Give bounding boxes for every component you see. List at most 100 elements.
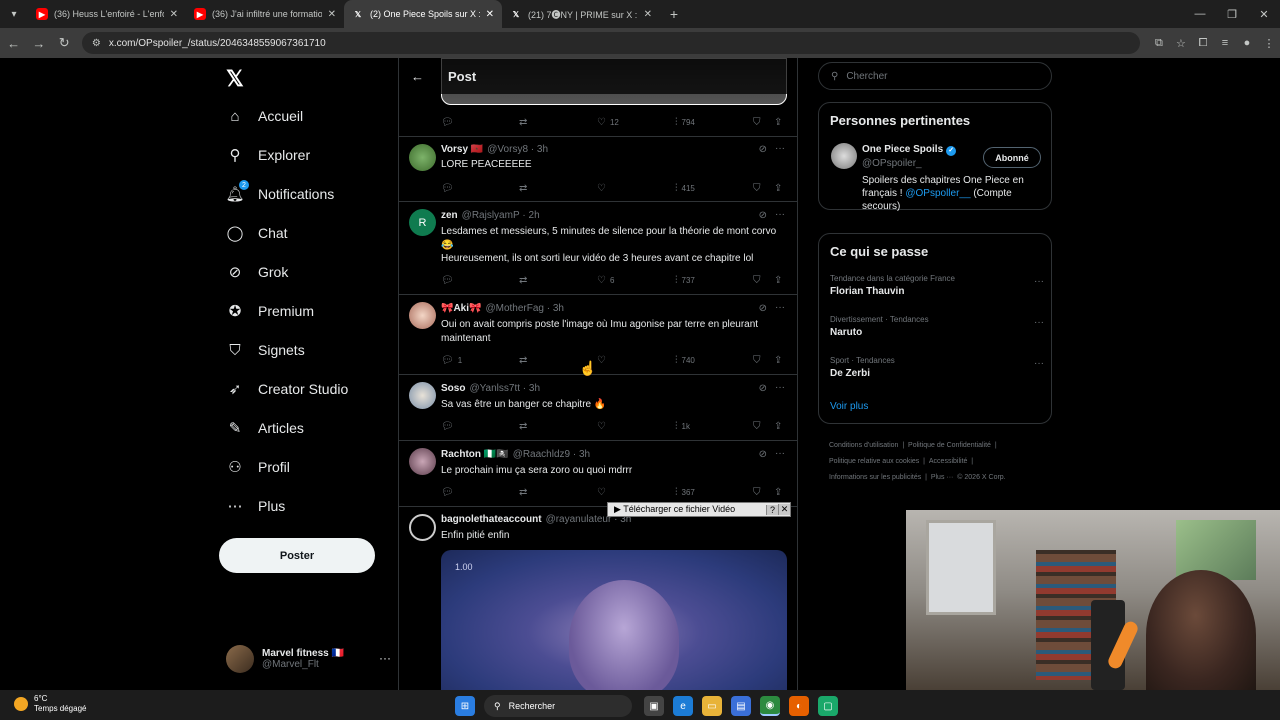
- bookmark-button[interactable]: ⛉: [753, 183, 765, 194]
- nav-item-chat[interactable]: ◯ Chat: [226, 218, 288, 248]
- forward-icon[interactable]: →: [27, 31, 50, 55]
- bookmark-button[interactable]: ⛉: [753, 487, 765, 498]
- nav-item-profil[interactable]: ⚇ Profil: [226, 452, 290, 482]
- x-logo-icon[interactable]: 𝕏: [226, 66, 244, 92]
- tab-search-icon[interactable]: ▾: [0, 0, 28, 28]
- grok-icon[interactable]: ⊘: [759, 210, 767, 221]
- like-button[interactable]: ♡: [597, 355, 610, 366]
- profile-icon[interactable]: ●: [1236, 37, 1258, 50]
- footer-link[interactable]: Plus ···: [931, 474, 954, 481]
- account-switcher[interactable]: Marvel fitness 🇫🇷 @Marvel_Flt ···: [226, 645, 391, 673]
- grok-icon[interactable]: ⊘: [759, 144, 767, 155]
- retweet-button[interactable]: ⇄: [519, 183, 531, 194]
- reload-icon[interactable]: ↻: [53, 31, 76, 55]
- share-button[interactable]: ⇪: [774, 183, 786, 194]
- maximize-icon[interactable]: ❐: [1216, 0, 1248, 28]
- reply-button[interactable]: 💬︎: [441, 183, 458, 194]
- bio-link[interactable]: @OPspoller__: [905, 188, 970, 199]
- bookmark-button[interactable]: ⛉: [753, 117, 765, 128]
- footer-link[interactable]: Accessibilité: [929, 458, 968, 465]
- bookmark-button[interactable]: ⛉: [753, 355, 765, 366]
- task-view-icon[interactable]: ▣: [644, 696, 664, 716]
- bookmark-button[interactable]: ⛉: [753, 275, 765, 286]
- grok-icon[interactable]: ⊘: [759, 303, 767, 314]
- grok-icon[interactable]: ⊘: [759, 449, 767, 460]
- nav-item-accueil[interactable]: ⌂ Accueil: [226, 101, 303, 131]
- close-icon[interactable]: ✕: [778, 504, 790, 515]
- file-explorer-icon[interactable]: ▭: [702, 696, 722, 716]
- views-button[interactable]: ⫶ 415: [675, 183, 695, 194]
- reply-button[interactable]: 💬︎ 1: [441, 355, 462, 366]
- views-button[interactable]: ⫶ 737: [675, 275, 695, 286]
- trend-item[interactable]: Divertissement · Tendances Naruto ···: [830, 315, 1044, 338]
- nav-item-grok[interactable]: ⊘ Grok: [226, 257, 289, 287]
- bookmark-button[interactable]: ⛉: [753, 421, 765, 432]
- firefox-icon[interactable]: ◐: [789, 696, 809, 716]
- retweet-button[interactable]: ⇄: [519, 275, 531, 286]
- trend-item[interactable]: Tendance dans la catégorie France Floria…: [830, 274, 1044, 297]
- retweet-button[interactable]: ⇄: [519, 421, 531, 432]
- back-icon[interactable]: ←: [2, 31, 25, 55]
- edge-icon[interactable]: e: [673, 696, 693, 716]
- share-button[interactable]: ⇪: [774, 117, 786, 128]
- like-button[interactable]: ♡: [597, 421, 610, 432]
- close-icon[interactable]: ✕: [328, 9, 336, 20]
- reply-button[interactable]: 💬︎: [441, 275, 458, 286]
- tab-3-active[interactable]: 𝕏 (2) One Piece Spoils sur X : "#O ✕: [344, 0, 502, 28]
- footer-link[interactable]: Informations sur les publicités: [829, 474, 921, 481]
- chrome-icon[interactable]: ◉: [760, 696, 780, 716]
- like-button[interactable]: ♡: [597, 487, 610, 498]
- footer-link[interactable]: Politique relative aux cookies: [829, 458, 919, 465]
- retweet-button[interactable]: ⇄: [519, 487, 531, 498]
- more-icon[interactable]: ···: [775, 302, 785, 313]
- like-button[interactable]: ♡: [597, 183, 610, 194]
- post-button[interactable]: Poster: [219, 538, 375, 573]
- trend-item[interactable]: Sport · Tendances De Zerbi ···: [830, 356, 1044, 379]
- footer-link[interactable]: Conditions d'utilisation: [829, 442, 898, 449]
- like-button[interactable]: ♡ 12: [597, 117, 619, 128]
- share-button[interactable]: ⇪: [774, 487, 786, 498]
- more-icon[interactable]: ···: [775, 209, 785, 220]
- store-icon[interactable]: ▤: [731, 696, 751, 716]
- nav-item-articles[interactable]: ✎ Articles: [226, 413, 304, 443]
- like-button[interactable]: ♡ 6: [597, 275, 614, 286]
- nav-item-premium[interactable]: ✪ Premium: [226, 296, 314, 326]
- help-icon[interactable]: ?: [766, 504, 778, 515]
- playback-speed[interactable]: 1.00: [455, 562, 473, 572]
- taskbar-search[interactable]: ⚲ Rechercher: [484, 695, 632, 717]
- views-button[interactable]: ⫶ 367: [675, 487, 695, 498]
- reply-button[interactable]: 💬︎: [441, 421, 458, 432]
- reply-button[interactable]: 💬︎: [441, 487, 458, 498]
- footer-link[interactable]: Politique de Confidentialité: [908, 442, 991, 449]
- install-icon[interactable]: ⧉: [1148, 37, 1170, 50]
- tab-1[interactable]: ▶ (36) Heuss L'enfoiré - L'enfoiré ✕: [28, 0, 186, 28]
- views-button[interactable]: ⫶ 740: [675, 355, 695, 366]
- share-button[interactable]: ⇪: [774, 275, 786, 286]
- views-button[interactable]: ⫶ 794: [675, 117, 695, 128]
- menu-icon[interactable]: ⋮: [1258, 37, 1280, 50]
- more-icon[interactable]: ···: [775, 448, 785, 459]
- site-settings-icon[interactable]: ⚙: [92, 38, 101, 49]
- app-icon[interactable]: ▢: [818, 696, 838, 716]
- tab-2[interactable]: ▶ (36) J'ai infiltré une formation p ✕: [186, 0, 344, 28]
- minimize-icon[interactable]: —: [1184, 0, 1216, 28]
- media-icon[interactable]: ≡: [1214, 37, 1236, 50]
- close-icon[interactable]: ✕: [644, 9, 652, 20]
- nav-item-explorer[interactable]: ⚲ Explorer: [226, 140, 311, 170]
- close-window-icon[interactable]: ✕: [1248, 0, 1280, 28]
- nav-item-signets[interactable]: ⛉ Signets: [226, 335, 304, 365]
- star-icon[interactable]: ☆: [1170, 37, 1192, 50]
- weather-widget[interactable]: 6°C Temps dégagé: [14, 694, 86, 714]
- back-arrow-icon[interactable]: ←: [411, 69, 424, 84]
- views-button[interactable]: ⫶ 1k: [675, 421, 690, 432]
- tab-4[interactable]: 𝕏 (21) 7🅒NY | PRIME sur X : "Im ✕: [502, 0, 660, 28]
- share-button[interactable]: ⇪: [774, 355, 786, 366]
- more-icon[interactable]: ···: [1034, 358, 1044, 369]
- more-icon[interactable]: ···: [1034, 317, 1044, 328]
- avatar[interactable]: [831, 143, 857, 169]
- more-icon[interactable]: ···: [1034, 276, 1044, 287]
- reply-button[interactable]: 💬︎: [441, 117, 458, 128]
- retweet-button[interactable]: ⇄: [519, 117, 531, 128]
- grok-icon[interactable]: ⊘: [759, 383, 767, 394]
- new-tab-button[interactable]: +: [660, 6, 688, 22]
